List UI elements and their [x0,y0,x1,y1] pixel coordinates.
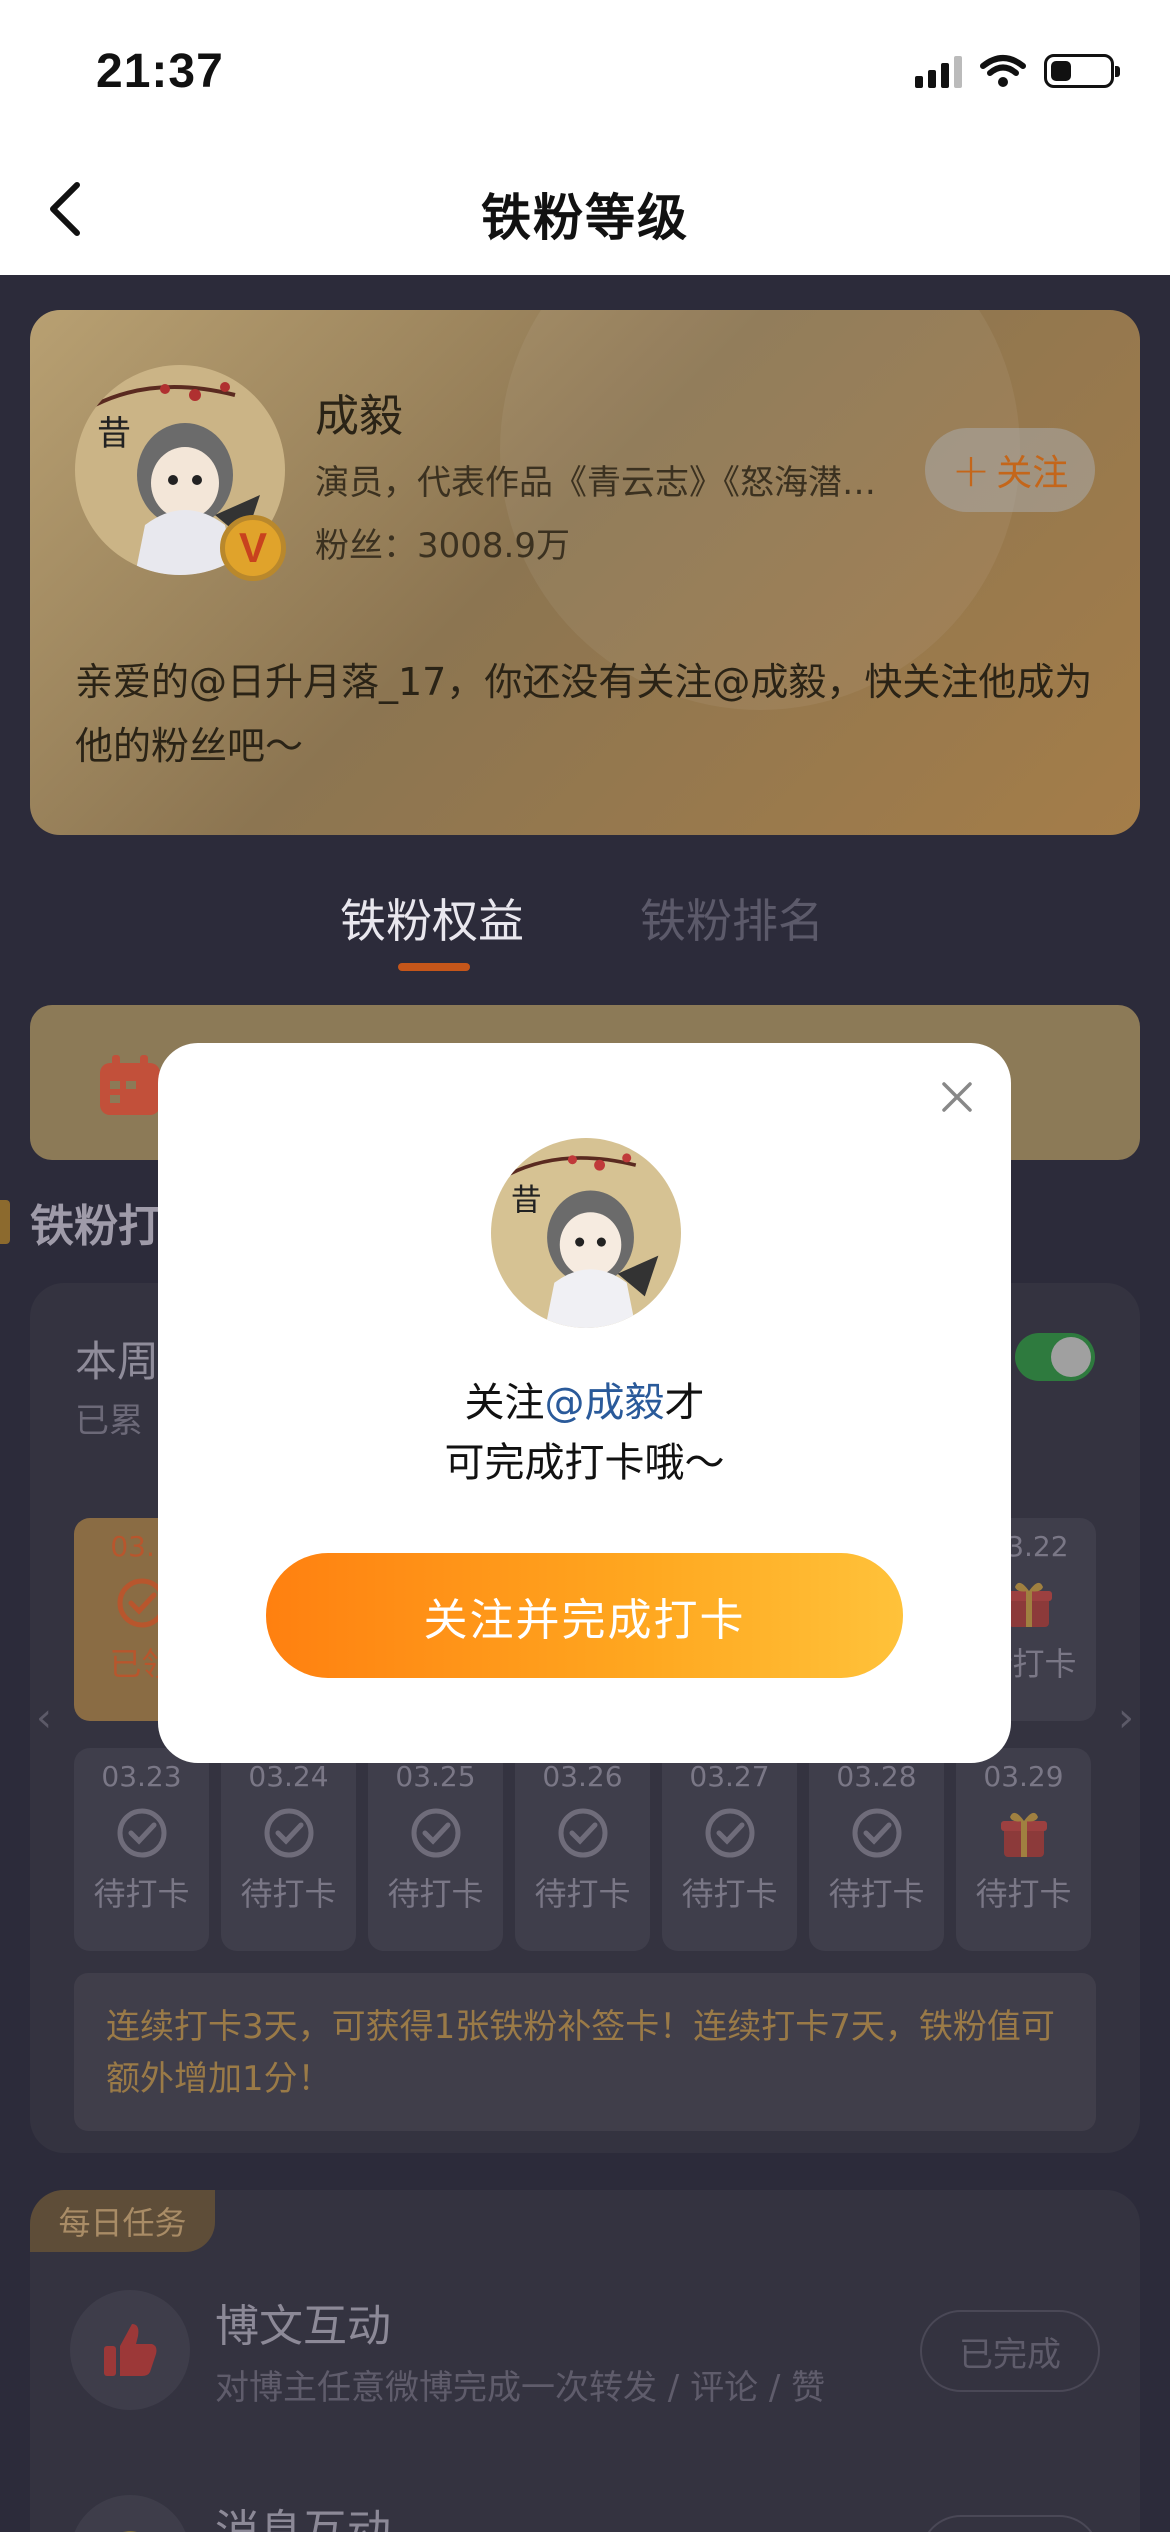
check-circle-icon [117,1808,166,1858]
task-item: 消息互动 [70,2495,1100,2532]
follow-dialog: 昔 关注@成毅才 可完成打卡哦～ 关注并完成打卡 [158,1043,1011,1763]
follow-and-checkin-button[interactable]: 关注并完成打卡 [266,1553,903,1678]
mention-link[interactable]: @成毅 [545,1380,665,1426]
check-circle-icon [705,1808,754,1858]
tab-benefits[interactable]: 铁粉权益 [340,885,524,951]
tab-indicator [398,963,470,971]
dialog-message: 关注@成毅才 可完成打卡哦～ [444,1380,725,1486]
check-circle-icon [852,1808,901,1858]
status-icons [915,54,1120,88]
wifi-icon [980,55,1026,87]
nav-bar: 铁粉等级 [0,150,1170,275]
status-bar: 21:37 [0,0,1170,150]
page-title: 铁粉等级 [481,189,689,247]
svg-text:昔: 昔 [511,1182,542,1218]
task-tag: 每日任务 [30,2190,215,2252]
profile-description: 演员，代表作品《青云志》《怒海潜… [315,463,876,503]
profile-card: 昔 V 成毅 演员，代表作品《青云志》《怒海潜… 粉丝：3008.9万 + 关注… [30,310,1140,835]
thumbs-up-icon [70,2290,190,2410]
section-title: 铁粉打 [0,1190,162,1254]
tab-bar: 铁粉权益 铁粉排名 [0,875,1170,975]
task-title: 消息互动 [215,2506,391,2532]
day-cell[interactable]: 03.29 待打卡 [956,1748,1091,1951]
status-time: 21:37 [96,45,224,98]
day-cell[interactable]: 03.23 待打卡 [74,1748,209,1951]
dialog-avatar: 昔 [491,1138,681,1328]
follow-button-label: 关注 [996,453,1069,494]
close-button[interactable] [933,1073,981,1121]
task-item: 博文互动 对博主任意微博完成一次转发 / 评论 / 赞 已完成 [70,2290,1100,2430]
battery-icon [1044,54,1120,88]
day-cell[interactable]: 03.26 待打卡 [515,1748,650,1951]
tab-ranking[interactable]: 铁粉排名 [640,885,824,951]
message-icon [70,2495,190,2532]
cellular-signal-icon [915,54,962,88]
check-circle-icon [411,1808,460,1858]
follow-button[interactable]: + 关注 [925,428,1095,512]
task-status-button[interactable]: 已完成 [920,2310,1100,2392]
verified-badge-icon: V [220,515,286,581]
chevron-left-icon[interactable]: ‹ [36,1695,52,1741]
gift-icon [1000,1812,1047,1857]
task-desc: 对博主任意微博完成一次转发 / 评论 / 赞 [215,2368,826,2408]
profile-fans: 粉丝：3008.9万 [315,526,570,566]
chevron-right-icon[interactable]: › [1118,1695,1134,1741]
day-row-2: 03.23 待打卡 03.24 待打卡 03.25 待打卡 03.26 待打卡 … [74,1748,1091,1951]
day-cell[interactable]: 03.24 待打卡 [221,1748,356,1951]
daily-tasks-card: 每日任务 博文互动 对博主任意微博完成一次转发 / 评论 / 赞 已完成 消息互… [30,2190,1140,2532]
check-circle-icon [264,1808,313,1858]
svg-text:昔: 昔 [97,414,131,454]
day-cell[interactable]: 03.25 待打卡 [368,1748,503,1951]
reminder-toggle[interactable] [1015,1333,1095,1381]
week-label: 本周 [75,1337,160,1386]
day-cell[interactable]: 03.28 待打卡 [809,1748,944,1951]
close-icon [942,1082,972,1112]
plus-icon: + [951,443,991,497]
day-cell[interactable]: 03.27 待打卡 [662,1748,797,1951]
profile-name: 成毅 [315,391,403,442]
checkin-tip: 连续打卡3天，可获得1张铁粉补签卡！连续打卡7天，铁粉值可额外增加1分！ [74,1973,1096,2131]
week-sub: 已累 [75,1401,143,1441]
task-status-button[interactable] [920,2515,1100,2532]
check-circle-icon [558,1808,607,1858]
task-title: 博文互动 [215,2301,391,2352]
profile-message: 亲爱的@日升月落_17，你还没有关注@成毅，快关注他成为他的粉丝吧～ [75,660,1093,768]
